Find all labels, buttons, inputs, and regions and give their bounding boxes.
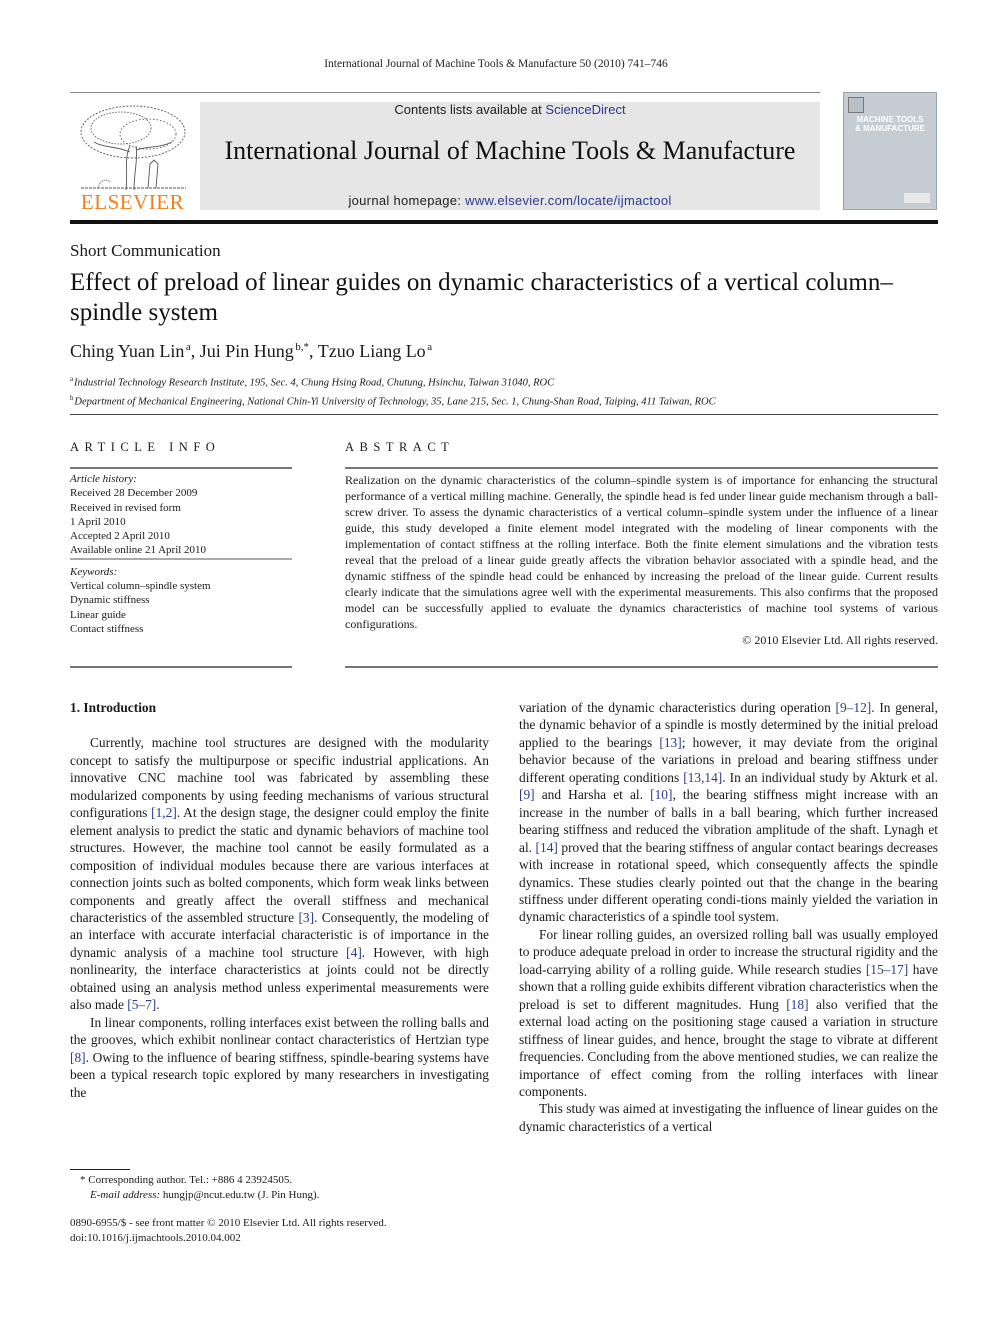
affiliation-item: b Department of Mechanical Engineering, …	[70, 391, 716, 410]
email-address[interactable]: hungjp@ncut.edu.tw (J. Pin Hung).	[160, 1189, 319, 1201]
cover-title: MACHINE TOOLS & MANUFACTURE	[844, 115, 936, 133]
contents-prefix: Contents lists available at	[394, 102, 546, 117]
body-paragraph: In linear components, rolling interfaces…	[70, 1014, 489, 1100]
cover-publisher-mark	[904, 193, 930, 203]
citation-link[interactable]: [8]	[70, 1050, 86, 1065]
body-column-left: 1. Introduction Currently, machine tool …	[70, 699, 489, 1101]
citation-link[interactable]: [5–7]	[127, 997, 156, 1012]
keyword-item[interactable]: Vertical column–spindle system	[70, 579, 292, 593]
author-affiliation-mark: a	[185, 341, 191, 353]
keyword-item[interactable]: Contact stiffness	[70, 622, 292, 636]
elsevier-logo[interactable]: ELSEVIER	[70, 102, 195, 214]
affiliation-text: Industrial Technology Research Institute…	[74, 377, 555, 389]
section-heading: 1. Introduction	[70, 700, 157, 715]
keywords-label: Keywords:	[70, 565, 118, 578]
article-type: Short Communication	[70, 241, 221, 260]
history-item: Available online 21 April 2010	[70, 544, 207, 557]
journal-masthead: ELSEVIER Contents lists available at Sci…	[70, 92, 938, 214]
homepage-line: journal homepage: www.elsevier.com/locat…	[200, 193, 820, 208]
affiliation-key: b	[70, 393, 74, 402]
history-item: Accepted 2 April 2010	[70, 530, 170, 543]
author-name[interactable]: Ching Yuan Lin	[70, 341, 184, 361]
history-label: Article history:	[70, 473, 137, 485]
affiliation-key: a	[70, 375, 74, 383]
footnotes: * Corresponding author. Tel.: +886 4 239…	[70, 1173, 319, 1202]
citation-link[interactable]: [9]	[519, 787, 535, 802]
abstract: Realization on the dynamic characteristi…	[345, 473, 938, 648]
affiliation-rule	[70, 414, 938, 415]
citation-link[interactable]: [14]	[536, 840, 558, 855]
affiliation-item: a Industrial Technology Research Institu…	[70, 372, 716, 391]
cover-title-line1: MACHINE TOOLS	[856, 115, 924, 124]
author-list: Ching Yuan Lin a, Jui Pin Hung b,*, Tzuo…	[70, 341, 433, 361]
corresponding-author-note: * Corresponding author. Tel.: +886 4 239…	[80, 1174, 293, 1186]
sciencedirect-link[interactable]: ScienceDirect	[545, 102, 625, 117]
email-label: E-mail address:	[90, 1188, 161, 1201]
body-paragraph: This study was aimed at investigating th…	[519, 1101, 938, 1134]
history-rule	[70, 557, 292, 560]
front-matter: 0890-6955/$ - see front matter © 2010 El…	[70, 1216, 387, 1245]
abstract-heading: ABSTRACT	[345, 440, 455, 454]
author-name[interactable]: Tzuo Liang Lo	[318, 341, 426, 361]
citation-link[interactable]: [3]	[298, 910, 314, 925]
journal-homepage-link[interactable]: www.elsevier.com/locate/ijmactool	[465, 193, 671, 208]
article-info-heading: ARTICLE INFO	[70, 440, 221, 454]
abstract-text: Realization on the dynamic characteristi…	[345, 473, 938, 631]
footnote-rule	[70, 1169, 130, 1170]
author-affiliation-mark: a	[427, 341, 433, 353]
history-item: 1 April 2010	[70, 515, 126, 528]
history-item: Received 28 December 2009	[70, 487, 198, 500]
citation-link[interactable]: [10]	[650, 787, 672, 802]
running-head: International Journal of Machine Tools &…	[324, 58, 668, 70]
affiliations: a Industrial Technology Research Institu…	[70, 372, 716, 409]
elsevier-tree-icon	[80, 105, 186, 191]
masthead-top-rule	[70, 92, 820, 93]
abstract-copyright: © 2010 Elsevier Ltd. All rights reserved…	[742, 632, 938, 647]
body-paragraph: For linear rolling guides, an oversized …	[519, 926, 938, 1099]
citation-link[interactable]: [4]	[346, 945, 362, 960]
journal-title: International Journal of Machine Tools &…	[224, 136, 796, 165]
author-affiliation-mark: b,*	[295, 341, 310, 353]
journal-banner: Contents lists available at ScienceDirec…	[200, 102, 820, 210]
journal-cover-thumbnail[interactable]: MACHINE TOOLS & MANUFACTURE	[843, 92, 937, 210]
contents-line: Contents lists available at ScienceDirec…	[200, 102, 820, 117]
abstract-rule-bottom	[345, 666, 938, 668]
doi[interactable]: doi:10.1016/j.ijmachtools.2010.04.002	[70, 1231, 387, 1246]
keyword-item[interactable]: Linear guide	[70, 608, 292, 622]
body-paragraph: variation of the dynamic characteristics…	[519, 700, 939, 925]
article-info-rule-top	[70, 467, 292, 469]
citation-link[interactable]: [18]	[786, 997, 808, 1012]
citation-link[interactable]: [13]	[659, 735, 681, 750]
masthead-bottom-rule	[70, 220, 938, 224]
citation-link[interactable]: [1,2]	[151, 805, 177, 820]
issn-copyright: 0890-6955/$ - see front matter © 2010 El…	[70, 1217, 387, 1229]
cover-publisher-icon	[848, 97, 864, 113]
keyword-item[interactable]: Dynamic stiffness	[70, 593, 292, 607]
citation-link[interactable]: [13,14]	[683, 770, 722, 785]
affiliation-text: Department of Mechanical Engineering, Na…	[74, 396, 716, 407]
body-paragraph: Currently, machine tool structures are d…	[70, 735, 489, 1013]
citation-link[interactable]: [9–12]	[836, 700, 872, 715]
paper-title: Effect of preload of linear guides on dy…	[70, 269, 893, 326]
body-column-right: variation of the dynamic characteristics…	[519, 699, 938, 1135]
author-name[interactable]: Jui Pin Hung	[200, 341, 294, 361]
email-note: E-mail address: hungjp@ncut.edu.tw (J. P…	[70, 1188, 319, 1203]
article-info: Article history: Received 28 December 20…	[70, 472, 292, 636]
citation-link[interactable]: [15–17]	[866, 962, 908, 977]
history-item: Received in revised form	[70, 501, 181, 514]
article-info-rule-bottom	[70, 666, 292, 668]
cover-title-line2: & MANUFACTURE	[855, 124, 925, 133]
abstract-rule-top	[345, 467, 938, 469]
homepage-prefix: journal homepage:	[348, 193, 466, 208]
elsevier-wordmark: ELSEVIER	[80, 190, 185, 214]
